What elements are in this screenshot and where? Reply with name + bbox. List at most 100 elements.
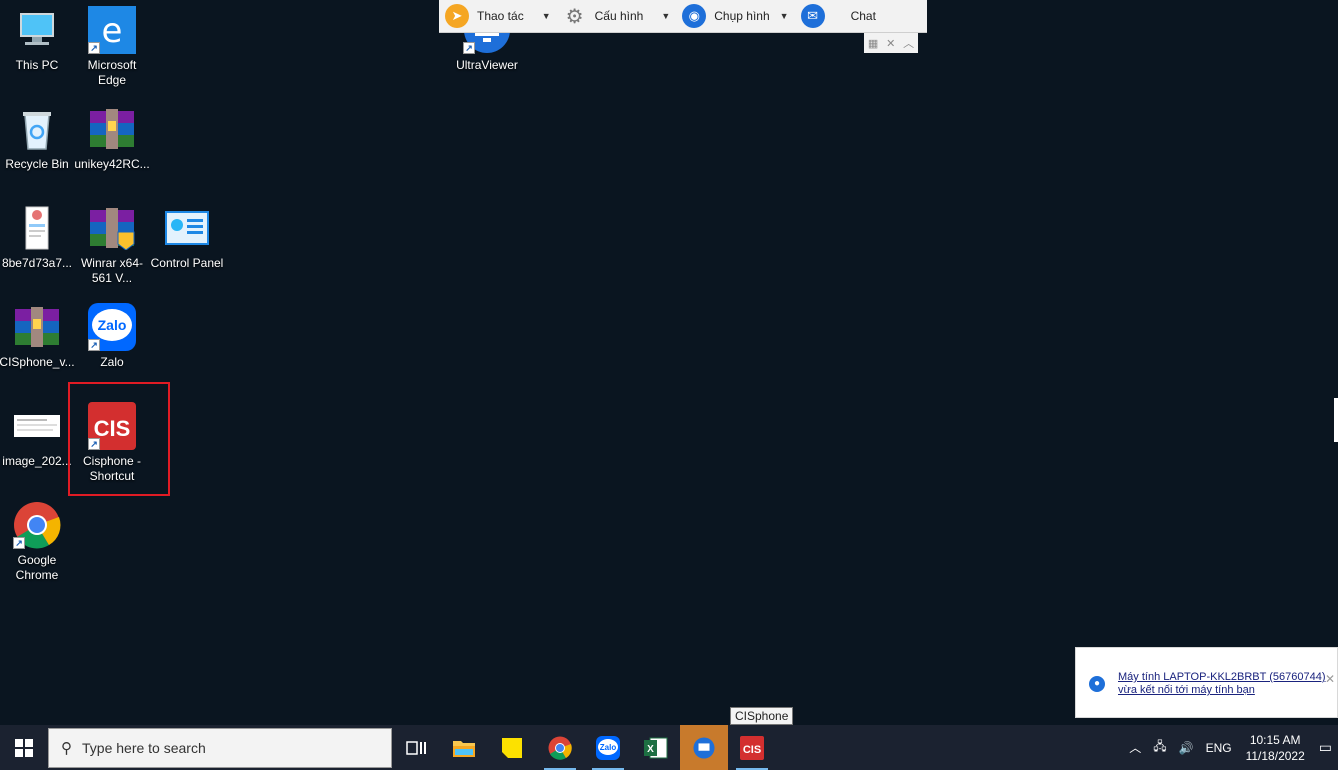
chrome-icon <box>548 736 572 760</box>
chat-button[interactable]: ✉ Chat <box>795 0 882 33</box>
svg-text:CIS: CIS <box>743 744 761 756</box>
chup-hinh-menu[interactable]: ◉ Chụp hình ▼ <box>676 0 794 33</box>
toolbar-controls: ▦ ✕ ︿ <box>864 33 918 53</box>
chevron-up-icon[interactable]: ︿ <box>1129 739 1141 756</box>
taskbar-excel[interactable]: X <box>632 725 680 770</box>
volume-icon[interactable]: 🔊 <box>1179 741 1194 755</box>
shortcut-arrow-icon: ↗ <box>88 339 100 351</box>
shortcut-arrow-icon: ↗ <box>463 42 475 54</box>
taskbar-sticky-notes[interactable] <box>488 725 536 770</box>
desktop-icon-recycle-bin[interactable]: Recycle Bin <box>0 105 74 172</box>
desktop-icon-zalo[interactable]: Zalo ↗ Zalo <box>75 303 149 370</box>
taskbar-ultraviewer[interactable] <box>680 725 728 770</box>
image-thumbnail-icon <box>13 402 61 450</box>
grid-icon[interactable]: ▦ <box>868 37 878 50</box>
ultraviewer-icon: ● <box>1089 676 1105 692</box>
desktop-icon-label: image_202... <box>2 454 72 468</box>
desktop-icon-this-pc[interactable]: This PC <box>0 6 74 73</box>
svg-text:Zalo: Zalo <box>98 317 127 333</box>
system-tray: ︿ 🖧 🔊 ENG 10:15 AM 11/18/2022 ▭ <box>1123 725 1338 770</box>
windows-icon <box>15 738 33 757</box>
desktop-icon-unikey[interactable]: unikey42RC... <box>74 105 150 172</box>
desktop-icon-winrar[interactable]: Winrar x64-561 V... <box>75 204 149 286</box>
search-icon: ⚲ <box>61 739 72 757</box>
remote-control-toolbar: ➤ Thao tác ▼ ⚙ Cấu hình ▼ ◉ Chụp hình ▼ … <box>439 0 927 33</box>
task-view-button[interactable] <box>392 725 440 770</box>
desktop-icon-control-panel[interactable]: Control Panel <box>150 204 224 271</box>
desktop-icon-image-202[interactable]: image_202... <box>0 402 74 469</box>
shortcut-arrow-icon: ↗ <box>13 537 25 549</box>
taskbar-cisphone[interactable]: CIS <box>728 725 776 770</box>
clock[interactable]: 10:15 AM 11/18/2022 <box>1246 732 1305 764</box>
taskbar-tooltip: CISphone <box>730 707 794 725</box>
desktop-icon-label: Recycle Bin <box>5 157 69 171</box>
recycle-bin-icon <box>13 105 61 153</box>
search-box[interactable]: ⚲ Type here to search <box>48 727 392 768</box>
dropdown-caret-icon[interactable]: ▼ <box>542 11 551 21</box>
dropdown-caret-icon[interactable]: ▼ <box>780 11 789 21</box>
chevron-up-icon[interactable]: ︿ <box>903 35 914 51</box>
desktop-icon-label: unikey42RC... <box>74 157 150 171</box>
desktop-icon-label: Winrar x64-561 V... <box>80 256 143 285</box>
folder-icon <box>453 740 475 757</box>
winrar-archive-icon <box>88 105 136 153</box>
desktop-icon-cisphone-v[interactable]: CISphone_v... <box>0 303 75 370</box>
clock-date: 11/18/2022 <box>1245 748 1305 763</box>
side-panel-tab[interactable] <box>1334 398 1338 442</box>
thao-tac-menu[interactable]: ➤ Thao tác ▼ <box>439 0 557 33</box>
selection-highlight <box>68 382 170 496</box>
start-button[interactable] <box>0 725 48 770</box>
notification-text[interactable]: Máy tính LAPTOP-KKL2BRBT (56760744) vừa … <box>1118 671 1330 697</box>
chup-hinh-label: Chụp hình <box>714 9 770 23</box>
desktop-icon-label: 8be7d73a7... <box>1 256 73 270</box>
fullscreen-icon[interactable]: ✕ <box>886 37 895 50</box>
desktop-icon-label: CISphone_v... <box>0 355 75 369</box>
svg-text:e: e <box>102 11 123 51</box>
close-icon[interactable]: ✕ <box>1325 672 1335 686</box>
chat-icon: ✉ <box>800 4 825 28</box>
desktop-icon-label: Microsoft Edge <box>87 58 137 87</box>
computer-icon <box>13 6 61 54</box>
winrar-archive-icon <box>13 303 61 351</box>
chrome-icon: ↗ <box>13 501 61 549</box>
svg-text:Zalo: Zalo <box>600 743 617 752</box>
desktop-icon-label: Zalo <box>100 355 124 369</box>
desktop-icon-edge[interactable]: e ↗ Microsoft Edge <box>75 6 149 88</box>
zalo-icon: Zalo <box>596 735 620 760</box>
clock-time: 10:15 AM <box>1249 732 1301 747</box>
camera-icon: ◉ <box>682 4 707 28</box>
control-panel-icon <box>163 204 211 252</box>
desktop-icon-label: Control Panel <box>150 256 224 270</box>
svg-text:X: X <box>647 744 654 755</box>
image-file-icon <box>13 204 61 252</box>
sticky-notes-icon <box>502 737 522 758</box>
desktop-icon-label: This PC <box>15 58 59 72</box>
search-placeholder: Type here to search <box>82 739 206 756</box>
taskbar: ⚲ Type here to search Zalo X CIS ︿ 🖧 🔊 E… <box>0 725 1338 770</box>
desktop-icon-label: UltraViewer <box>456 58 518 72</box>
desktop-icon-label: Google Chrome <box>15 553 59 582</box>
task-view-icon <box>406 740 426 755</box>
excel-icon: X <box>644 737 668 758</box>
taskbar-chrome[interactable] <box>536 725 584 770</box>
chat-label: Chat <box>850 9 876 23</box>
desktop-icon-chrome[interactable]: ↗ Google Chrome <box>0 501 74 583</box>
thao-tac-label: Thao tác <box>477 9 524 23</box>
cisphone-icon: CIS <box>740 735 764 760</box>
notification-center-icon[interactable]: ▭ <box>1319 739 1332 756</box>
gear-icon: ⚙ <box>565 5 584 28</box>
zalo-icon: Zalo ↗ <box>88 303 136 351</box>
taskbar-file-explorer[interactable] <box>440 725 488 770</box>
edge-icon: e ↗ <box>88 6 136 54</box>
cau-hinh-label: Cấu hình <box>594 9 644 23</box>
desktop-icon-image-file[interactable]: 8be7d73a7... <box>0 204 74 271</box>
network-icon[interactable]: 🖧 <box>1153 737 1166 758</box>
taskbar-zalo[interactable]: Zalo <box>584 725 632 770</box>
connection-notification[interactable]: ● Máy tính LAPTOP-KKL2BRBT (56760744) vừ… <box>1075 647 1338 718</box>
dropdown-caret-icon[interactable]: ▼ <box>661 11 670 21</box>
cau-hinh-menu[interactable]: ⚙ Cấu hình ▼ <box>557 0 677 33</box>
compass-icon: ➤ <box>445 4 469 28</box>
shortcut-arrow-icon: ↗ <box>88 42 100 54</box>
ultraviewer-icon <box>693 736 715 759</box>
language-indicator[interactable]: ENG <box>1206 741 1232 755</box>
